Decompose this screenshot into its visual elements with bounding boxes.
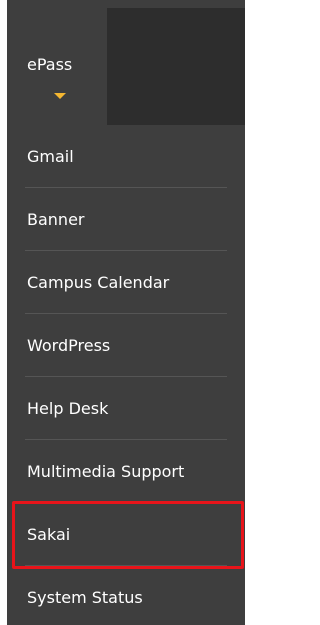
menu-item-gmail[interactable]: Gmail (7, 125, 245, 188)
menu-item-label: Campus Calendar (27, 272, 170, 292)
menu-item-label: Gmail (27, 146, 74, 166)
dropdown-menu: Gmail Banner Campus Calendar WordPress H… (7, 125, 245, 625)
caret-down-icon (54, 93, 66, 99)
menu-item-label: Sakai (27, 524, 71, 544)
tab-epass[interactable]: ePass (7, 0, 107, 125)
menu-item-system-status[interactable]: System Status (7, 566, 245, 625)
menu-item-campus-calendar[interactable]: Campus Calendar (7, 251, 245, 314)
menu-item-help-desk[interactable]: Help Desk (7, 377, 245, 440)
tab-bar-background (107, 8, 245, 125)
menu-item-label: WordPress (27, 335, 111, 355)
menu-item-banner[interactable]: Banner (7, 188, 245, 251)
menu-item-label: Multimedia Support (27, 461, 185, 481)
navigation-panel: ePass Gmail Banner Campus Calendar WordP… (7, 0, 245, 625)
tab-epass-label: ePass (27, 55, 73, 74)
menu-item-label: System Status (27, 587, 143, 607)
menu-item-wordpress[interactable]: WordPress (7, 314, 245, 377)
menu-item-label: Banner (27, 209, 85, 229)
top-tab-bar: ePass (7, 0, 245, 125)
menu-item-label: Help Desk (27, 398, 109, 418)
menu-item-sakai[interactable]: Sakai (7, 503, 245, 566)
app-frame: ePass Gmail Banner Campus Calendar WordP… (0, 0, 249, 625)
menu-item-multimedia-support[interactable]: Multimedia Support (7, 440, 245, 503)
